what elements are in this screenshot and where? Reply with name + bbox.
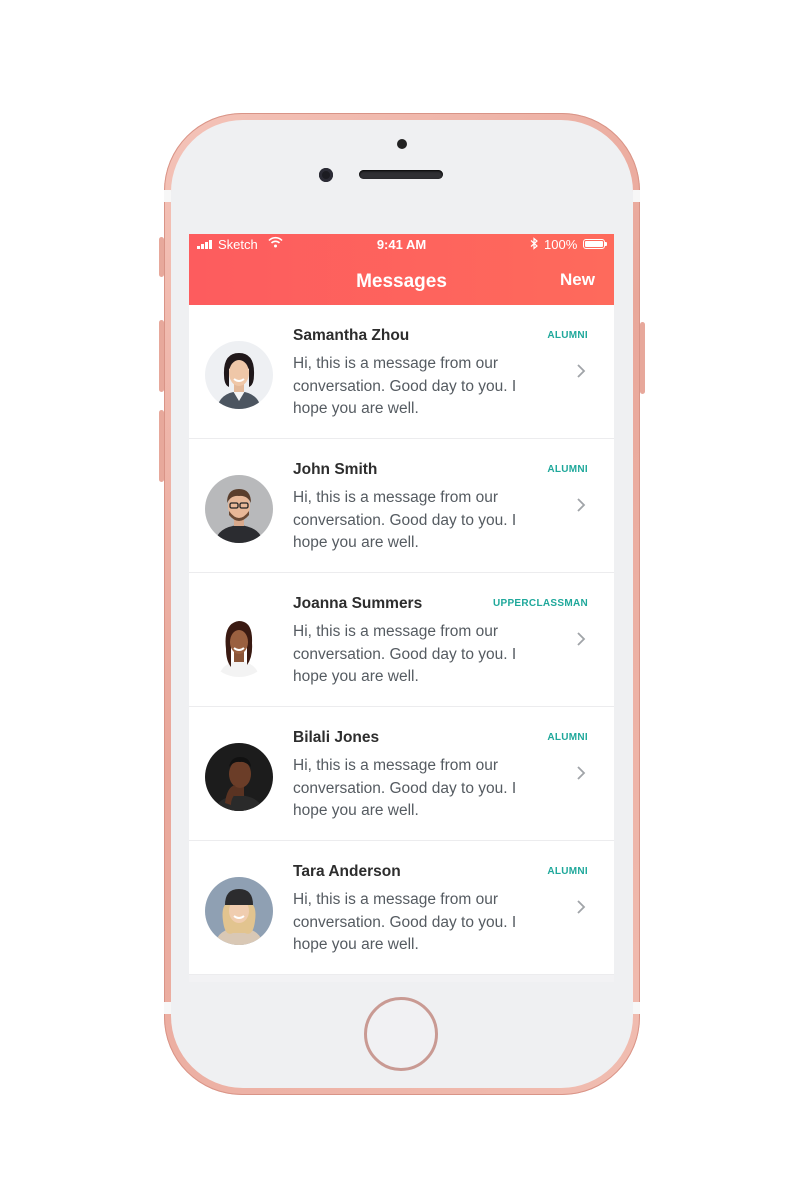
contact-name: Samantha Zhou xyxy=(293,327,410,344)
page-title: Messages xyxy=(356,271,447,292)
contact-name: Bilali Jones xyxy=(293,729,380,746)
message-preview: Hi, this is a message from our conversat… xyxy=(293,489,517,551)
conversation-row[interactable]: John Smith ALUMNI Hi, this is a message … xyxy=(189,439,614,573)
antenna-band xyxy=(633,1002,640,1014)
mute-switch xyxy=(159,237,164,277)
chevron-right-icon xyxy=(577,900,586,914)
chevron-right-icon xyxy=(577,632,586,646)
app-screen: Sketch 9:41 AM 100% Messages New Samanth… xyxy=(189,234,614,982)
avatar xyxy=(205,877,273,945)
antenna-band xyxy=(633,190,640,202)
proximity-sensor xyxy=(397,139,407,149)
status-badge: ALUMNI xyxy=(547,330,588,341)
status-badge: UPPERCLASSMAN xyxy=(492,598,588,609)
message-preview: Hi, this is a message from our conversat… xyxy=(293,355,517,417)
chevron-right-icon xyxy=(577,498,586,512)
status-badge: ALUMNI xyxy=(547,464,588,475)
battery-icon xyxy=(583,239,607,249)
antenna-band xyxy=(164,1002,171,1014)
avatar xyxy=(205,609,273,677)
conversation-row[interactable]: Joanna Summers UPPERCLASSMAN Hi, this is… xyxy=(189,573,614,707)
antenna-band xyxy=(164,190,171,202)
navigation-bar: Sketch 9:41 AM 100% Messages New xyxy=(189,234,614,305)
volume-down-button xyxy=(159,410,164,482)
conversation-row[interactable]: Tara Anderson ALUMNI Hi, this is a messa… xyxy=(189,841,614,975)
avatar xyxy=(205,475,273,543)
front-camera xyxy=(319,168,333,182)
conversation-row[interactable]: Samantha Zhou ALUMNI Hi, this is a messa… xyxy=(189,305,614,439)
avatar xyxy=(205,341,273,409)
status-bar: Sketch 9:41 AM 100% xyxy=(189,234,614,256)
status-badge: ALUMNI xyxy=(547,732,588,743)
volume-up-button xyxy=(159,320,164,392)
conversation-list: Samantha Zhou ALUMNI Hi, this is a messa… xyxy=(189,305,614,975)
contact-name: Tara Anderson xyxy=(293,863,401,880)
contact-name: John Smith xyxy=(293,461,378,478)
new-message-button[interactable]: New xyxy=(560,270,595,290)
battery-percentage: 100% xyxy=(544,237,578,252)
earpiece-speaker xyxy=(359,170,443,179)
avatar xyxy=(205,743,273,811)
bluetooth-icon xyxy=(530,237,538,250)
chevron-right-icon xyxy=(577,364,586,378)
message-preview: Hi, this is a message from our conversat… xyxy=(293,757,517,819)
conversation-row[interactable]: Bilali Jones ALUMNI Hi, this is a messag… xyxy=(189,707,614,841)
contact-name: Joanna Summers xyxy=(293,595,423,612)
message-preview: Hi, this is a message from our conversat… xyxy=(293,891,517,953)
power-button xyxy=(640,322,645,394)
home-button[interactable] xyxy=(364,997,438,1071)
chevron-right-icon xyxy=(577,766,586,780)
status-badge: ALUMNI xyxy=(547,866,588,877)
message-preview: Hi, this is a message from our conversat… xyxy=(293,623,517,685)
